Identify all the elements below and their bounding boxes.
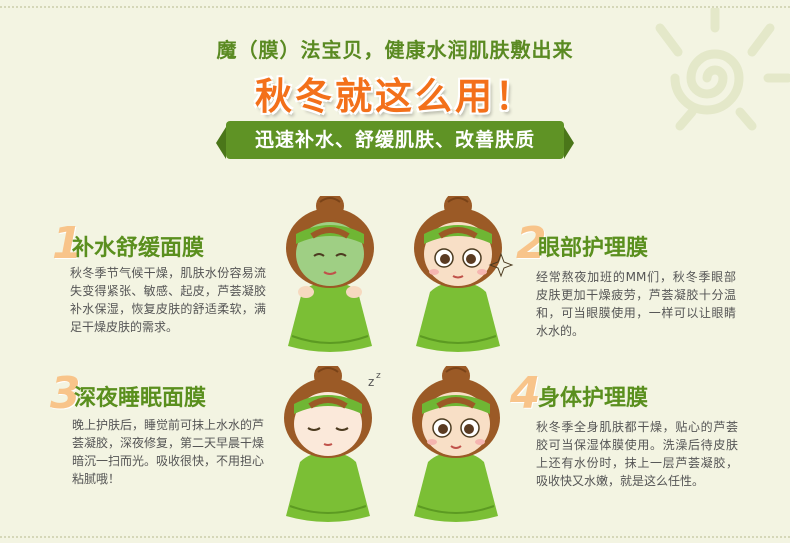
section-eye-mask: 2 眼部护理膜 经常熬夜加班的MM们，秋冬季眼部皮肤更加干燥疲劳，芦荟凝胶十分温…: [516, 222, 746, 342]
section-title: 补水舒缓面膜: [72, 236, 205, 261]
bottom-dotted-border: [0, 536, 790, 538]
girl-face-mask-icon: [285, 196, 375, 353]
svg-text:z: z: [368, 375, 374, 389]
headline: 魔（膜）法宝贝，健康水润肌肤敷出来: [216, 38, 574, 62]
section-title: 身体护理膜: [538, 386, 649, 411]
benefits-ribbon: 迅速补水、舒缓肌肤、改善肤质: [216, 121, 574, 159]
section-body-mask: 4 身体护理膜 秋冬季全身肌肤都干燥，贴心的芦荟胶可当保湿体膜使用。洗澡后待皮肤…: [510, 372, 750, 502]
section-face-mask: 1 补水舒缓面膜 秋冬季节气候干燥，肌肤水份容易流失变得紧张、敏感、起皮，芦荟凝…: [52, 222, 272, 342]
section-sleeping-mask: 3 深夜睡眠面膜 晚上护肤后，睡觉前可抹上水水的芦荟凝胶，深夜修复，第二天早晨干…: [50, 372, 270, 492]
girl-body-care-icon: [411, 366, 501, 523]
section-title: 眼部护理膜: [538, 236, 649, 261]
section-body: 经常熬夜加班的MM们，秋冬季眼部皮肤更加干燥疲劳，芦荟凝胶十分温和，可当眼膜使用…: [536, 270, 736, 338]
section-title: 深夜睡眠面膜: [74, 386, 207, 411]
girl-sleeping-icon: z z: [283, 366, 381, 523]
main-title: 秋冬就这么用！: [255, 75, 535, 118]
section-body: 秋冬季节气候干燥，肌肤水份容易流失变得紧张、敏感、起皮，芦荟凝胶补水保湿，恢复皮…: [70, 266, 266, 334]
promo-canvas: 魔（膜）法宝贝，健康水润肌肤敷出来 秋冬就这么用！ 迅速补水、舒缓肌肤、改善肤质…: [0, 0, 790, 543]
girl-eye-mask-icon: [413, 196, 514, 353]
section-body: 秋冬季全身肌肤都干燥，贴心的芦荟胶可当保湿体膜使用。洗澡后待皮肤上还有水份时，抹…: [536, 420, 738, 488]
section-body: 晚上护肤后，睡觉前可抹上水水的芦荟凝胶，深夜修复，第二天早晨干燥暗沉一扫而光。吸…: [72, 418, 265, 486]
svg-text:z: z: [376, 371, 381, 381]
